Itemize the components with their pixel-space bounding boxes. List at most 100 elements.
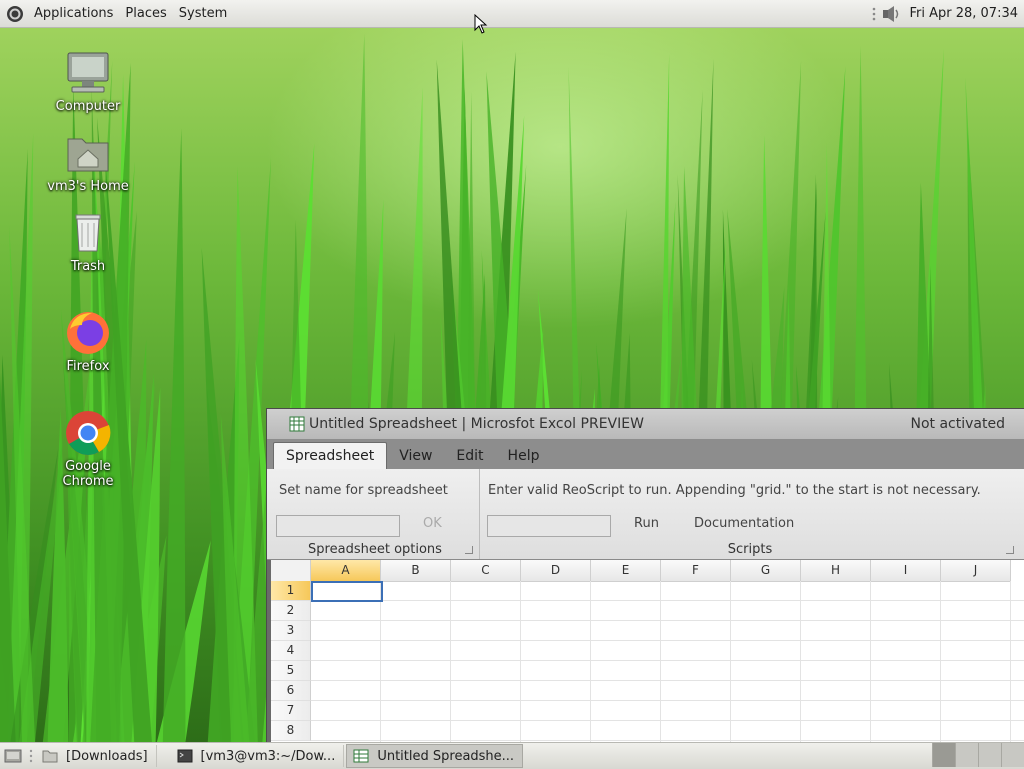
group-expand-icon[interactable] (1006, 546, 1014, 554)
column-header[interactable]: I (871, 560, 941, 582)
home-folder-icon (67, 138, 109, 172)
column-header[interactable]: F (661, 560, 731, 582)
grid-line (311, 620, 1024, 621)
tab-view[interactable]: View (387, 443, 444, 469)
grid-line (520, 581, 521, 742)
active-cell[interactable] (311, 581, 383, 602)
workspace-2[interactable] (955, 743, 978, 767)
menu-applications[interactable]: Applications (28, 6, 119, 21)
grid-line (590, 581, 591, 742)
grid-line (311, 740, 1024, 741)
grid-line (730, 581, 731, 742)
grass-blade (162, 128, 186, 742)
panel-tray: Fri Apr 28, 07:34 (871, 4, 1024, 24)
spreadsheet-icon (353, 749, 369, 763)
task-downloads[interactable]: [Downloads] (36, 745, 157, 767)
grid-line (870, 581, 871, 742)
task-label: [Downloads] (66, 748, 148, 764)
tab-help[interactable]: Help (496, 443, 552, 469)
desktop-icon-label: Computer (55, 99, 121, 114)
menu-places[interactable]: Places (119, 6, 172, 21)
tab-spreadsheet[interactable]: Spreadsheet (273, 442, 388, 469)
desktop-icon-firefox[interactable]: Firefox (38, 309, 138, 374)
row-header[interactable]: 4 (271, 641, 311, 661)
script-label: Enter valid ReoScript to run. Appending … (488, 483, 981, 498)
grid-line (311, 700, 1024, 701)
top-panel: Applications Places System Fri Apr 28, 0… (0, 0, 1024, 28)
menu-system[interactable]: System (173, 6, 233, 21)
row-header[interactable]: 1 (271, 581, 311, 601)
column-header[interactable]: G (731, 560, 801, 582)
documentation-button[interactable]: Documentation (694, 516, 794, 531)
activation-status: Not activated (910, 416, 1006, 432)
task-terminal[interactable]: [vm3@vm3:~/Dow... (171, 745, 345, 767)
desktop-icon-label: Trash (70, 259, 106, 274)
grid-line (380, 581, 381, 742)
window-titlebar[interactable]: Untitled Spreadsheet | Microsfot Excol P… (267, 409, 1024, 439)
firefox-icon (67, 312, 109, 354)
chrome-icon (66, 411, 111, 455)
row-header[interactable]: 5 (271, 661, 311, 681)
group-label: Spreadsheet options (308, 542, 442, 557)
spreadsheet-options-group: Set name for spreadsheet OK Spreadsheet … (271, 469, 480, 559)
grid-line (800, 581, 801, 742)
spreadsheet-window[interactable]: Untitled Spreadsheet | Microsfot Excol P… (266, 408, 1024, 744)
volume-icon[interactable] (881, 4, 903, 24)
column-header[interactable]: D (521, 560, 591, 582)
desktop-icon-trash[interactable]: Trash (38, 209, 138, 274)
desktop-icon-computer[interactable]: Computer (38, 49, 138, 114)
grid-line (1010, 581, 1011, 742)
panel-handle-icon (873, 7, 876, 20)
select-all-corner[interactable] (271, 560, 311, 582)
bottom-taskbar: [Downloads] [vm3@vm3:~/Dow... Untitled S… (0, 742, 1024, 769)
clock[interactable]: Fri Apr 28, 07:34 (909, 6, 1018, 21)
column-header[interactable]: E (591, 560, 661, 582)
desktop-icon-chrome[interactable]: Google Chrome (38, 409, 138, 489)
row-header[interactable]: 7 (271, 701, 311, 721)
taskbar-handle-icon (29, 749, 33, 763)
script-input[interactable] (487, 515, 611, 537)
tab-edit[interactable]: Edit (444, 443, 495, 469)
column-header[interactable]: H (801, 560, 871, 582)
show-desktop-icon[interactable] (4, 748, 22, 764)
grid-line (660, 581, 661, 742)
mouse-cursor-icon (474, 14, 488, 34)
grid-line (450, 581, 451, 742)
grid-line (311, 720, 1024, 721)
desktop-icon-label: Firefox (66, 359, 110, 374)
row-header[interactable]: 2 (271, 601, 311, 621)
desktop-icon-label: Google Chrome (62, 459, 114, 489)
ok-button[interactable]: OK (423, 516, 442, 531)
row-header[interactable]: 6 (271, 681, 311, 701)
column-header[interactable]: C (451, 560, 521, 582)
column-header[interactable]: B (381, 560, 451, 582)
task-label: [vm3@vm3:~/Dow... (200, 748, 336, 764)
mate-logo-icon[interactable] (6, 5, 24, 23)
grid-line (311, 640, 1024, 641)
column-header[interactable]: J (941, 560, 1011, 582)
spreadsheet-grid[interactable]: ABCDEFGHIJ 12345678 (271, 560, 1024, 742)
group-label: Scripts (727, 542, 773, 557)
window-title: Untitled Spreadsheet | Microsfot Excol P… (309, 416, 644, 432)
grid-line (311, 680, 1024, 681)
trash-icon (75, 214, 101, 252)
desktop-icon-label: vm3's Home (47, 179, 129, 194)
spreadsheet-name-input[interactable] (276, 515, 400, 537)
workspace-1[interactable] (932, 743, 955, 767)
ribbon-panel: Set name for spreadsheet OK Spreadsheet … (267, 469, 1024, 560)
grid-line (940, 581, 941, 742)
row-header[interactable]: 3 (271, 621, 311, 641)
folder-icon (42, 750, 58, 763)
grid-line (311, 600, 1024, 601)
row-header[interactable]: 8 (271, 721, 311, 741)
workspace-4[interactable] (1001, 743, 1024, 767)
workspace-3[interactable] (978, 743, 1001, 767)
task-spreadsheet[interactable]: Untitled Spreadshe... (346, 744, 524, 768)
computer-icon (67, 52, 109, 93)
desktop-icon-home[interactable]: vm3's Home (38, 129, 138, 194)
grid-line (311, 660, 1024, 661)
group-expand-icon[interactable] (465, 546, 473, 554)
column-header[interactable]: A (311, 560, 381, 582)
run-button[interactable]: Run (634, 516, 659, 531)
spreadsheet-app-icon (289, 416, 305, 432)
